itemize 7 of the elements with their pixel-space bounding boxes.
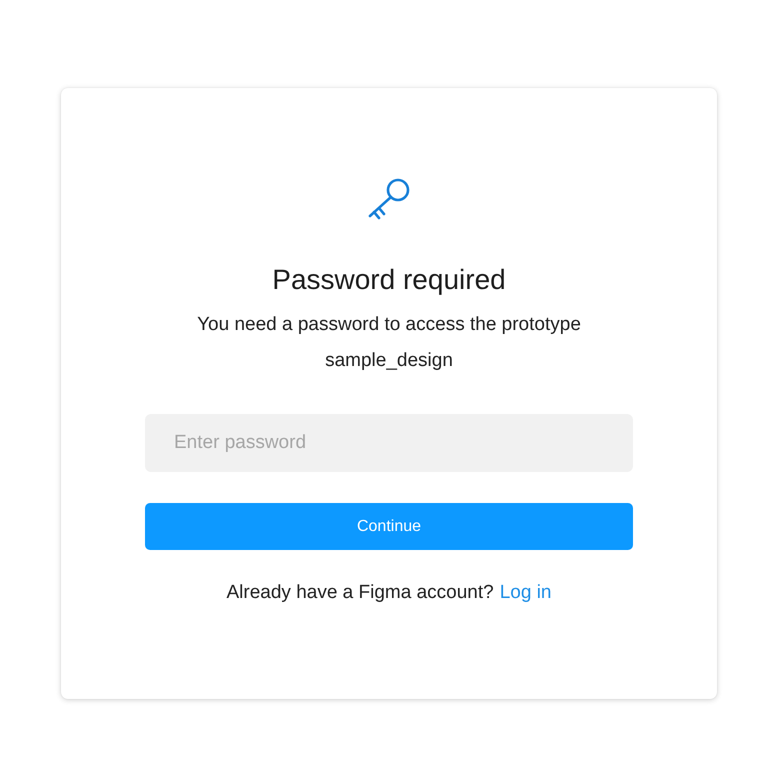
continue-button[interactable]: Continue (145, 503, 633, 550)
footer-text: Already have a Figma account? (226, 581, 494, 605)
dialog-title: Password required (272, 263, 506, 297)
dialog-message: You need a password to access the prototype (197, 313, 581, 337)
login-link[interactable]: Log in (500, 580, 552, 606)
file-name: sample_design (325, 349, 453, 373)
password-field[interactable]: Enter password (145, 414, 633, 472)
